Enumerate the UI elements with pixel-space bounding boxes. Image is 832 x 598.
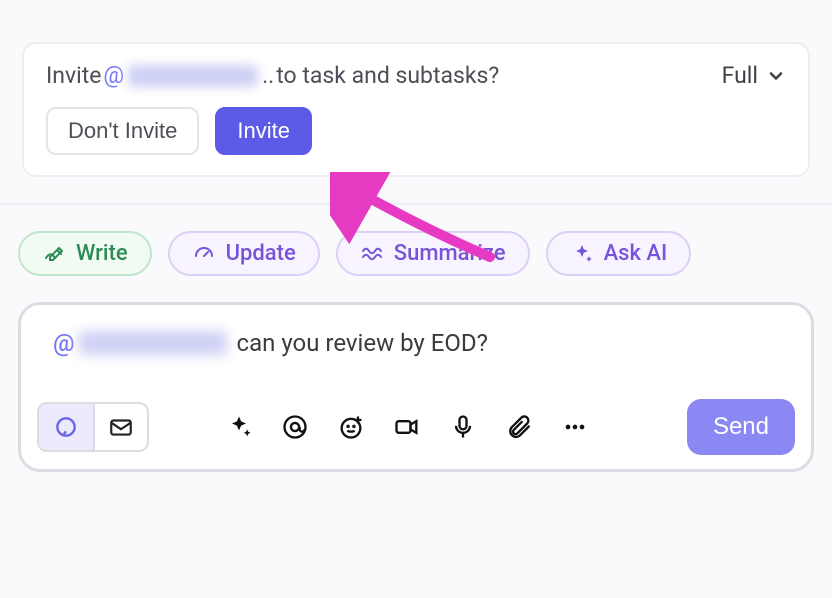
more-icon — [561, 413, 589, 441]
emoji-plus-icon — [337, 413, 365, 441]
chat-mode-tab[interactable] — [39, 404, 93, 450]
invite-message: Invite @ .. to task and subtasks? — [46, 62, 499, 89]
mention-name-blurred — [79, 331, 227, 355]
mic-icon — [449, 413, 477, 441]
mention-tool-button[interactable] — [281, 413, 309, 441]
invite-ellipsis: .. — [262, 62, 274, 89]
write-chip-label: Write — [76, 241, 128, 266]
update-chip-label: Update — [226, 241, 296, 266]
emoji-tool-button[interactable] — [337, 413, 365, 441]
composer-mode-tabs — [37, 402, 149, 452]
video-icon — [393, 413, 421, 441]
ask-ai-chip-label: Ask AI — [604, 241, 668, 266]
invite-prompt-header: Invite @ .. to task and subtasks? Full — [46, 62, 786, 89]
wave-icon — [360, 242, 384, 266]
ai-tool-button[interactable] — [225, 413, 253, 441]
update-chip[interactable]: Update — [168, 231, 320, 276]
composer-toolbar: Send — [37, 399, 795, 455]
summarize-chip[interactable]: Summarize — [336, 231, 530, 276]
attach-tool-button[interactable] — [505, 413, 533, 441]
video-tool-button[interactable] — [393, 413, 421, 441]
more-tool-button[interactable] — [561, 413, 589, 441]
invite-prefix: Invite — [46, 62, 101, 89]
invite-suffix: to task and subtasks? — [276, 62, 499, 89]
composer-icon-row — [225, 413, 669, 441]
mic-tool-button[interactable] — [449, 413, 477, 441]
write-chip[interactable]: Write — [18, 231, 152, 276]
comment-composer: @ can you review by EOD? — [18, 302, 814, 472]
pencil-write-icon — [42, 242, 66, 266]
ai-chips-row: Write Update Summarize Ask AI — [18, 231, 814, 276]
mail-icon — [108, 414, 134, 440]
ask-ai-chip[interactable]: Ask AI — [546, 231, 692, 276]
gauge-icon — [192, 242, 216, 266]
invite-scope-label: Full — [722, 62, 758, 89]
comment-body: can you review by EOD? — [237, 329, 488, 357]
mention-icon — [281, 413, 309, 441]
invite-prompt-card: Invite @ .. to task and subtasks? Full D… — [22, 42, 810, 177]
invite-action-row: Don't Invite Invite — [46, 107, 786, 155]
chevron-down-icon — [766, 66, 786, 86]
mention-at: @ — [53, 329, 75, 357]
dont-invite-button[interactable]: Don't Invite — [46, 107, 199, 155]
mention-name-blurred — [128, 65, 258, 87]
section-divider — [0, 203, 832, 205]
paperclip-icon — [505, 413, 533, 441]
sparkle-icon — [570, 242, 594, 266]
comment-input[interactable]: @ can you review by EOD? — [37, 323, 795, 399]
chat-bubble-icon — [53, 414, 79, 440]
summarize-chip-label: Summarize — [394, 241, 506, 266]
invite-button[interactable]: Invite — [215, 107, 312, 155]
invite-scope-dropdown[interactable]: Full — [722, 62, 786, 89]
sparkle-icon — [225, 413, 253, 441]
send-button[interactable]: Send — [687, 399, 795, 455]
mention-at: @ — [103, 62, 124, 89]
email-mode-tab[interactable] — [93, 404, 147, 450]
